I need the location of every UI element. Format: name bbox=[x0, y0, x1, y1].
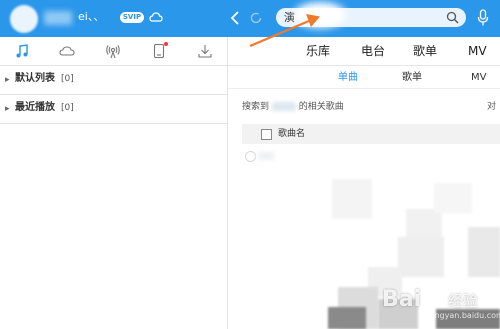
playlist-count: [0] bbox=[61, 74, 74, 84]
blurred-row bbox=[258, 152, 274, 160]
tab-mv[interactable]: MV bbox=[468, 43, 487, 59]
music-note-icon[interactable] bbox=[14, 43, 30, 59]
playlist-item-default[interactable]: ▸ 默认列表 [0] bbox=[0, 66, 227, 95]
avatar[interactable] bbox=[10, 5, 38, 33]
subtab-playlists[interactable]: 歌单 bbox=[402, 71, 422, 84]
playlist-label: 最近播放 bbox=[15, 102, 55, 113]
result-right-label: 对 bbox=[487, 102, 497, 112]
annotation-arrow-icon bbox=[249, 14, 320, 48]
column-song-name[interactable]: 歌曲名 bbox=[278, 128, 305, 140]
song-table-header: 歌曲名 bbox=[242, 124, 500, 144]
tab-radio[interactable]: 电台 bbox=[361, 43, 385, 59]
blurred-username-part bbox=[44, 11, 72, 25]
playlist-count: [0] bbox=[61, 103, 74, 113]
subtab-divider bbox=[228, 88, 500, 89]
watermark-url: jingyan.baidu.com bbox=[430, 311, 500, 320]
microphone-icon[interactable] bbox=[477, 9, 489, 27]
blur-patch bbox=[406, 209, 442, 239]
playlist-item-recent[interactable]: ▸ 最近播放 [0] bbox=[0, 95, 227, 124]
skin-icon[interactable] bbox=[149, 10, 163, 24]
sidebar: ▸ 默认列表 [0] ▸ 最近播放 [0] bbox=[0, 37, 228, 329]
search-icon[interactable] bbox=[446, 11, 459, 24]
playlist-label: 默认列表 bbox=[15, 73, 55, 84]
row-radio[interactable] bbox=[245, 151, 256, 162]
download-icon[interactable] bbox=[197, 43, 213, 59]
chevron-right-icon[interactable]: ▸ bbox=[5, 75, 10, 85]
blurred-query bbox=[271, 102, 296, 111]
watermark-logo-text: Bai bbox=[382, 287, 422, 312]
radio-broadcast-icon[interactable] bbox=[105, 43, 121, 59]
notification-dot bbox=[164, 42, 168, 46]
blur-patch bbox=[468, 227, 500, 277]
search-result-summary: 搜索到 的相关歌曲 bbox=[242, 101, 344, 113]
result-prefix: 搜索到 bbox=[242, 102, 270, 112]
chevron-right-icon[interactable]: ▸ bbox=[5, 104, 10, 114]
result-suffix: 的相关歌曲 bbox=[298, 102, 344, 112]
watermark-suffix: 经验 bbox=[448, 292, 479, 310]
cloud-icon[interactable] bbox=[59, 43, 75, 59]
tab-divider bbox=[228, 65, 500, 66]
baidu-watermark: Bai 经验 jingyan.baidu.com bbox=[360, 285, 500, 325]
select-all-checkbox[interactable] bbox=[261, 129, 272, 140]
tab-playlists[interactable]: 歌单 bbox=[413, 43, 437, 59]
sidebar-icon-bar bbox=[0, 37, 227, 66]
blur-patch bbox=[434, 183, 472, 213]
subtab-mv[interactable]: MV bbox=[471, 71, 486, 84]
vip-badge[interactable]: SVIP bbox=[120, 12, 144, 23]
username[interactable]: ei、、 bbox=[78, 9, 104, 25]
blur-patch bbox=[332, 179, 372, 219]
subtab-songs[interactable]: 单曲 bbox=[338, 71, 358, 84]
blur-patch bbox=[398, 237, 444, 277]
